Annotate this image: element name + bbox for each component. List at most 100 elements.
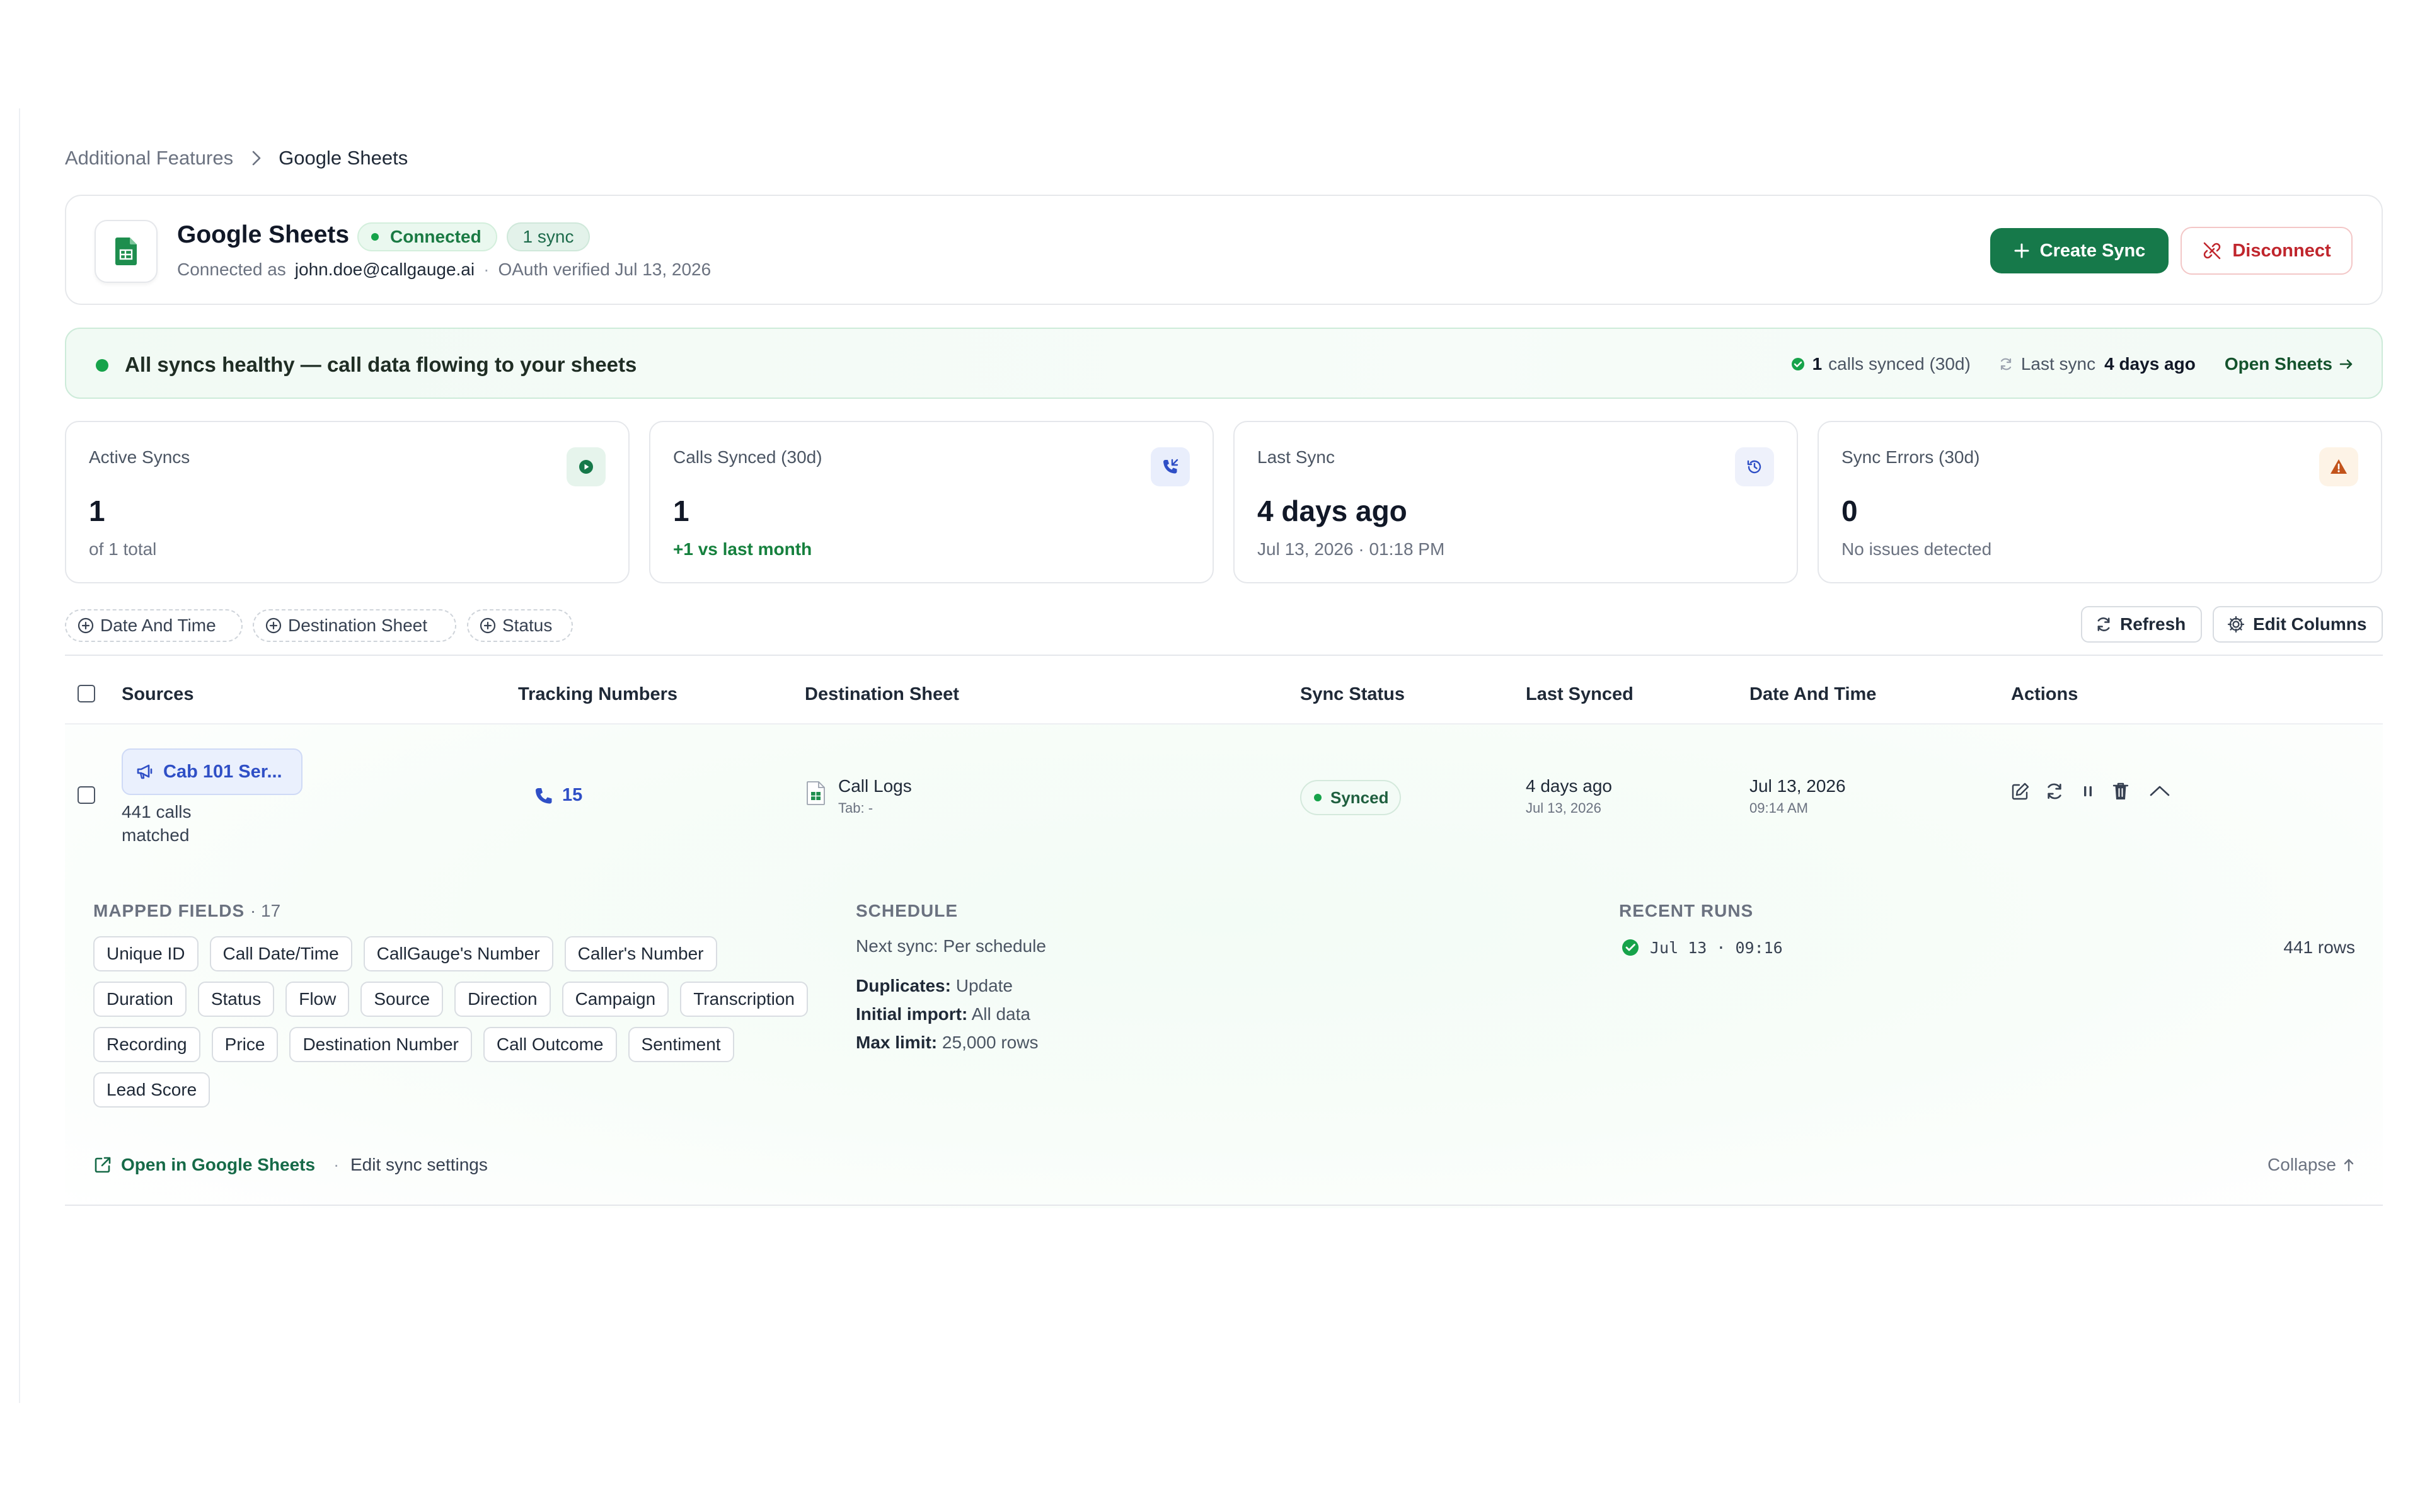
field-tag: Campaign bbox=[562, 982, 669, 1017]
source-name: Cab 101 Ser... bbox=[163, 761, 282, 782]
date-time-cell: Jul 13, 2026 09:14 AM bbox=[1749, 776, 1846, 816]
integration-title: Google Sheets bbox=[177, 221, 350, 248]
destination-sheet-tab: Tab: - bbox=[838, 800, 873, 816]
plus-circle-icon bbox=[480, 617, 496, 634]
refresh-icon bbox=[2097, 617, 2110, 631]
connected-badge: Connected bbox=[357, 222, 497, 251]
account-email: john.doe@callgauge.ai bbox=[294, 260, 475, 279]
last-synced-relative: 4 days ago bbox=[1526, 776, 1612, 796]
duplicates-label: Duplicates: bbox=[856, 976, 951, 995]
status-dot bbox=[1314, 794, 1322, 801]
separator-dot: · bbox=[483, 260, 490, 279]
edit-columns-button[interactable]: Edit Columns bbox=[2213, 606, 2383, 643]
run-date: Jul 13 · 09:16 bbox=[1650, 938, 1783, 957]
gear-icon bbox=[2227, 616, 2245, 633]
sync-status-badge: Synced bbox=[1300, 780, 1401, 815]
connection-details: Connected as john.doe@callgauge.ai · OAu… bbox=[177, 260, 711, 280]
source-calls-matched: 441 calls matched bbox=[122, 802, 192, 845]
open-sheets-label: Open Sheets bbox=[2224, 354, 2332, 374]
duplicates-value: Update bbox=[955, 976, 1013, 995]
filter-chip-destination-sheet[interactable]: Destination Sheet bbox=[253, 609, 456, 642]
column-header-last-synced[interactable]: Last Synced bbox=[1526, 684, 1634, 705]
field-tag: Price bbox=[211, 1027, 279, 1062]
oauth-status: OAuth verified Jul 13, 2026 bbox=[498, 260, 712, 279]
open-in-google-sheets-label: Open in Google Sheets bbox=[121, 1155, 316, 1174]
mapped-fields-list: Unique ID Call Date/Time CallGauge's Num… bbox=[93, 936, 818, 1108]
field-tag: Source bbox=[360, 982, 444, 1017]
breadcrumb-current: Google Sheets bbox=[279, 147, 408, 169]
field-tag: Caller's Number bbox=[564, 936, 717, 971]
open-in-google-sheets-link[interactable]: Open in Google Sheets bbox=[93, 1155, 315, 1175]
filter-chip-status[interactable]: Status bbox=[467, 609, 573, 642]
stat-value: 4 days ago bbox=[1257, 495, 1407, 527]
connected-as-label: Connected as bbox=[177, 260, 286, 279]
refresh-button[interactable]: Refresh bbox=[2081, 606, 2202, 643]
pause-icon[interactable] bbox=[2078, 782, 2097, 801]
chevron-up-icon[interactable] bbox=[2148, 782, 2172, 801]
mapped-fields-heading: MAPPED FIELDS · 17 bbox=[93, 901, 280, 921]
collapse-button[interactable]: Collapse bbox=[2267, 1155, 2355, 1175]
separator-dot: · bbox=[333, 1155, 340, 1174]
check-circle-icon bbox=[1791, 357, 1805, 371]
tracking-numbers-link[interactable]: 15 bbox=[533, 785, 582, 806]
plus-icon bbox=[2014, 243, 2029, 258]
field-tag: Flow bbox=[285, 982, 350, 1017]
warning-icon bbox=[2319, 447, 2358, 486]
sync-now-icon[interactable] bbox=[2044, 781, 2065, 801]
breadcrumb-parent[interactable]: Additional Features bbox=[65, 147, 233, 169]
source-chip[interactable]: Cab 101 Ser... bbox=[122, 748, 302, 795]
sheet-file-icon bbox=[807, 781, 825, 805]
filter-label: Destination Sheet bbox=[288, 616, 428, 635]
calls-synced-count: 1 bbox=[1812, 354, 1823, 374]
column-header-destination-sheet[interactable]: Destination Sheet bbox=[805, 684, 959, 705]
create-sync-button[interactable]: Create Sync bbox=[1990, 228, 2169, 273]
health-banner: All syncs healthy — call data flowing to… bbox=[65, 328, 2383, 399]
stat-label: Calls Synced (30d) bbox=[673, 447, 822, 467]
field-tag: Sentiment bbox=[628, 1027, 734, 1062]
history-icon bbox=[1735, 447, 1774, 486]
duplicates-setting: Duplicates: Update bbox=[856, 976, 1013, 996]
last-synced-cell: 4 days ago Jul 13, 2026 bbox=[1526, 776, 1612, 816]
last-synced-date: Jul 13, 2026 bbox=[1526, 800, 1601, 816]
disconnect-button[interactable]: Disconnect bbox=[2181, 227, 2353, 275]
status-dot bbox=[371, 233, 379, 241]
open-sheets-link[interactable]: Open Sheets bbox=[2225, 354, 2354, 374]
destination-sheet-name: Call Logs bbox=[838, 776, 912, 796]
megaphone-icon bbox=[137, 764, 153, 779]
filter-chip-date-and-time[interactable]: Date And Time bbox=[65, 609, 243, 642]
collapse-label: Collapse bbox=[2267, 1155, 2336, 1174]
breadcrumb: Additional Features Google Sheets bbox=[65, 145, 408, 171]
table-top-divider bbox=[65, 655, 2383, 656]
row-time: 09:14 AM bbox=[1749, 800, 1808, 816]
max-limit-label: Max limit: bbox=[856, 1033, 938, 1052]
field-tag: CallGauge's Number bbox=[363, 936, 553, 971]
column-header-sync-status[interactable]: Sync Status bbox=[1300, 684, 1405, 705]
sync-status-label: Synced bbox=[1330, 788, 1389, 807]
edit-sync-settings-link[interactable]: Edit sync settings bbox=[350, 1155, 488, 1175]
row-checkbox[interactable] bbox=[78, 786, 95, 804]
column-header-sources[interactable]: Sources bbox=[122, 684, 193, 705]
stat-sub: Jul 13, 2026 · 01:18 PM bbox=[1257, 539, 1445, 559]
calls-synced-text: calls synced (30d) bbox=[1828, 354, 1971, 374]
edit-icon[interactable] bbox=[2010, 781, 2031, 801]
initial-import-label: Initial import: bbox=[856, 1004, 968, 1024]
plus-circle-icon bbox=[78, 617, 94, 634]
plus-circle-icon bbox=[265, 617, 282, 634]
refresh-label: Refresh bbox=[2120, 614, 2186, 634]
health-status-dot bbox=[96, 359, 108, 372]
chevron-right-icon bbox=[251, 150, 262, 166]
run-rows: 441 rows bbox=[2283, 937, 2355, 957]
expanded-footer: Open in Google Sheets · Edit sync settin… bbox=[65, 1134, 2383, 1203]
last-sync-value: 4 days ago bbox=[2104, 354, 2196, 374]
initial-import-value: All data bbox=[971, 1004, 1030, 1024]
recent-runs-heading: RECENT RUNS bbox=[1619, 901, 1754, 920]
select-all-checkbox[interactable] bbox=[78, 685, 95, 702]
trash-icon[interactable] bbox=[2111, 781, 2130, 801]
column-header-date-and-time[interactable]: Date And Time bbox=[1749, 684, 1876, 705]
stat-card-sync-errors: Sync Errors (30d) 0 No issues detected bbox=[1818, 421, 2382, 583]
last-sync-label: Last sync bbox=[2020, 354, 2096, 374]
column-header-tracking-numbers[interactable]: Tracking Numbers bbox=[518, 684, 677, 705]
stat-card-last-sync: Last Sync 4 days ago Jul 13, 2026 · 01:1… bbox=[1233, 421, 1798, 583]
field-tag: Call Outcome bbox=[483, 1027, 617, 1062]
unlink-icon bbox=[2204, 242, 2221, 260]
